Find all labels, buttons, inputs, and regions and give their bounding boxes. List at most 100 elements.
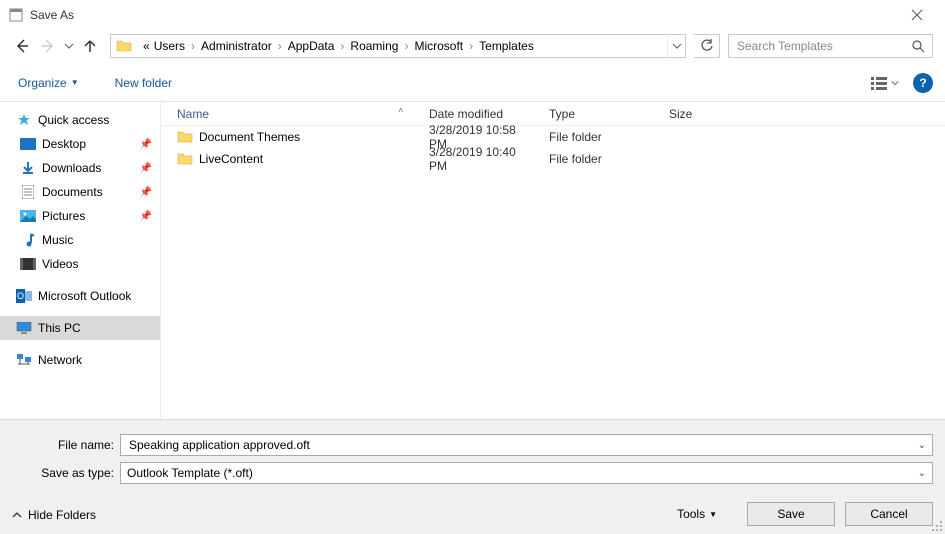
resize-grip[interactable] bbox=[931, 520, 943, 532]
organize-menu[interactable]: Organize ▼ bbox=[12, 72, 85, 94]
pin-icon: 📌 bbox=[140, 163, 152, 174]
new-folder-label: New folder bbox=[115, 76, 172, 90]
help-button[interactable]: ? bbox=[913, 73, 933, 93]
sidebar-item-label: Documents bbox=[42, 185, 103, 199]
folder-icon bbox=[177, 130, 193, 144]
forward-button[interactable] bbox=[36, 34, 60, 58]
sidebar-item-label: Desktop bbox=[42, 137, 86, 151]
back-button[interactable] bbox=[10, 34, 34, 58]
filename-combobox[interactable]: ⌄ bbox=[120, 434, 933, 456]
breadcrumb-item[interactable]: Users bbox=[152, 39, 187, 53]
sort-indicator-icon: ˄ bbox=[398, 106, 403, 115]
save-label: Save bbox=[777, 507, 804, 521]
sidebar-outlook[interactable]: O Microsoft Outlook bbox=[0, 284, 160, 308]
column-label: Type bbox=[549, 107, 575, 121]
sidebar-this-pc[interactable]: This PC bbox=[0, 316, 160, 340]
body: Quick access Desktop 📌 Downloads 📌 Docum… bbox=[0, 102, 945, 419]
chevron-right-icon[interactable]: › bbox=[274, 39, 286, 53]
filetype-row: Save as type: Outlook Template (*.oft) ⌄ bbox=[0, 460, 945, 486]
app-icon bbox=[8, 7, 24, 23]
address-bar[interactable]: « Users › Administrator › AppData › Roam… bbox=[110, 34, 686, 58]
file-date: 3/28/2019 10:40 PM bbox=[423, 145, 543, 173]
column-type[interactable]: Type bbox=[543, 102, 663, 125]
sidebar-item-label: This PC bbox=[38, 321, 81, 335]
file-row[interactable]: Document Themes 3/28/2019 10:58 PM File … bbox=[161, 126, 945, 148]
sidebar-music[interactable]: Music bbox=[0, 228, 160, 252]
sidebar-network[interactable]: Network bbox=[0, 348, 160, 372]
view-options-button[interactable] bbox=[865, 72, 905, 94]
pc-icon bbox=[16, 320, 32, 336]
chevron-right-icon[interactable]: › bbox=[400, 39, 412, 53]
music-icon bbox=[20, 232, 36, 248]
cancel-button[interactable]: Cancel bbox=[845, 502, 933, 526]
sidebar-item-label: Downloads bbox=[42, 161, 101, 175]
svg-text:O: O bbox=[17, 291, 24, 301]
file-type: File folder bbox=[543, 152, 663, 166]
toolbar: Organize ▼ New folder ? bbox=[0, 64, 945, 102]
breadcrumb-item[interactable]: Microsoft bbox=[412, 39, 465, 53]
close-button[interactable] bbox=[897, 0, 937, 30]
chevron-down-icon: ▼ bbox=[709, 510, 717, 519]
sidebar-item-label: Pictures bbox=[42, 209, 85, 223]
sidebar-item-label: Quick access bbox=[38, 113, 109, 127]
up-button[interactable] bbox=[78, 34, 102, 58]
breadcrumbs: « Users › Administrator › AppData › Roam… bbox=[137, 39, 667, 53]
hide-folders-button[interactable]: Hide Folders bbox=[12, 508, 96, 522]
chevron-right-icon[interactable]: › bbox=[465, 39, 477, 53]
sidebar-pictures[interactable]: Pictures 📌 bbox=[0, 204, 160, 228]
breadcrumb-item[interactable]: Roaming bbox=[348, 39, 400, 53]
column-headers: Name ˄ Date modified Type Size bbox=[161, 102, 945, 126]
recent-locations-button[interactable] bbox=[62, 34, 76, 58]
file-row[interactable]: LiveContent 3/28/2019 10:40 PM File fold… bbox=[161, 148, 945, 170]
chevron-down-icon: ▼ bbox=[71, 78, 79, 87]
address-dropdown[interactable] bbox=[667, 35, 685, 57]
file-name: Document Themes bbox=[199, 130, 300, 144]
breadcrumb-item[interactable]: AppData bbox=[286, 39, 337, 53]
refresh-button[interactable] bbox=[694, 34, 720, 58]
sidebar-item-label: Microsoft Outlook bbox=[38, 289, 131, 303]
chevron-right-icon[interactable]: › bbox=[187, 39, 199, 53]
tools-menu[interactable]: Tools ▼ bbox=[677, 507, 717, 521]
sidebar-item-label: Network bbox=[38, 353, 82, 367]
help-label: ? bbox=[919, 76, 926, 90]
sidebar-quick-access[interactable]: Quick access bbox=[0, 108, 160, 132]
column-label: Date modified bbox=[429, 107, 503, 121]
cancel-label: Cancel bbox=[870, 507, 907, 521]
breadcrumb-item[interactable]: Administrator bbox=[199, 39, 274, 53]
column-name[interactable]: Name ˄ bbox=[171, 102, 423, 125]
folder-icon bbox=[177, 152, 193, 166]
downloads-icon bbox=[20, 160, 36, 176]
search-box[interactable] bbox=[728, 34, 933, 58]
pin-icon: 📌 bbox=[140, 211, 152, 222]
filetype-value: Outlook Template (*.oft) bbox=[127, 466, 253, 480]
nav-bar: « Users › Administrator › AppData › Roam… bbox=[0, 30, 945, 62]
window-title: Save As bbox=[30, 8, 74, 22]
search-icon bbox=[912, 40, 926, 53]
save-button[interactable]: Save bbox=[747, 502, 835, 526]
outlook-icon: O bbox=[16, 288, 32, 304]
breadcrumb-item[interactable]: Templates bbox=[477, 39, 536, 53]
folder-icon bbox=[113, 35, 135, 57]
filetype-label: Save as type: bbox=[0, 466, 120, 480]
bottom-buttons: Tools ▼ Save Cancel bbox=[677, 502, 933, 526]
pin-icon: 📌 bbox=[140, 187, 152, 198]
chevron-down-icon[interactable]: ⌄ bbox=[918, 468, 926, 479]
column-size[interactable]: Size bbox=[663, 102, 743, 125]
sidebar-desktop[interactable]: Desktop 📌 bbox=[0, 132, 160, 156]
search-input[interactable] bbox=[735, 38, 912, 54]
pictures-icon bbox=[20, 208, 36, 224]
organize-label: Organize bbox=[18, 76, 67, 90]
new-folder-button[interactable]: New folder bbox=[109, 72, 178, 94]
sidebar-documents[interactable]: Documents 📌 bbox=[0, 180, 160, 204]
filename-input[interactable] bbox=[127, 437, 918, 453]
chevron-up-icon bbox=[12, 510, 22, 520]
hide-folders-label: Hide Folders bbox=[28, 508, 96, 522]
chevron-right-icon[interactable]: › bbox=[336, 39, 348, 53]
sidebar-videos[interactable]: Videos bbox=[0, 252, 160, 276]
file-name: LiveContent bbox=[199, 152, 263, 166]
sidebar-downloads[interactable]: Downloads 📌 bbox=[0, 156, 160, 180]
filetype-combobox[interactable]: Outlook Template (*.oft) ⌄ bbox=[120, 462, 933, 484]
chevron-down-icon[interactable]: ⌄ bbox=[918, 440, 926, 451]
column-date[interactable]: Date modified bbox=[423, 102, 543, 125]
filename-row: File name: ⌄ bbox=[0, 432, 945, 458]
